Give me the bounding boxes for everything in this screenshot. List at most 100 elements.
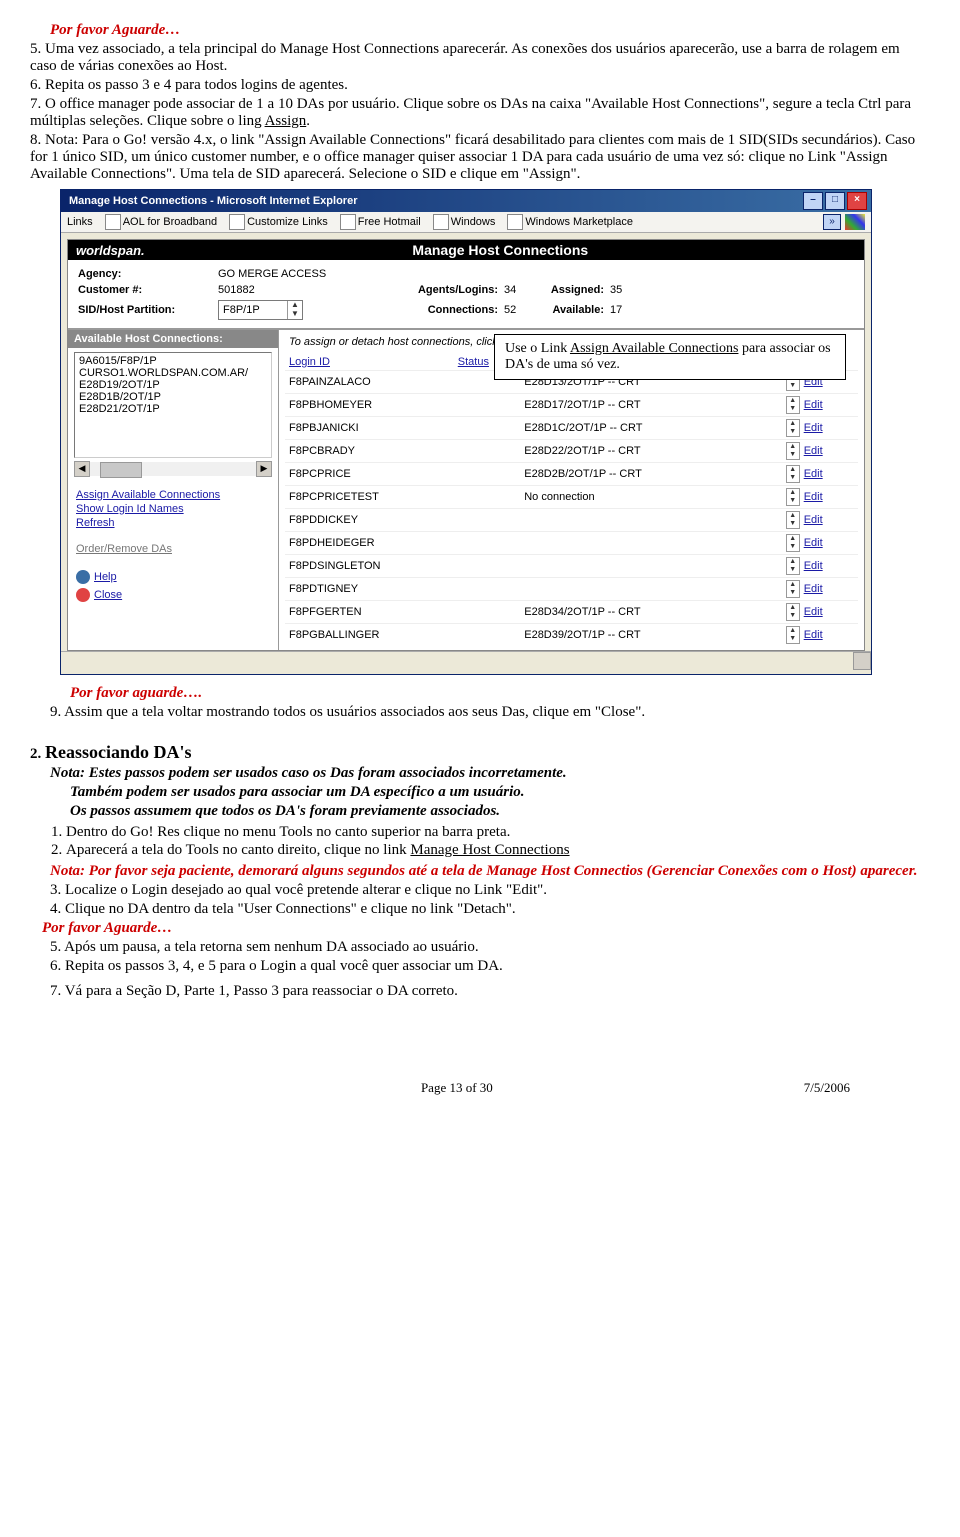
list-item[interactable]: E28D21/2OT/1P: [79, 403, 267, 415]
link-marketplace[interactable]: Windows Marketplace: [507, 214, 633, 230]
cell-conn: [520, 555, 781, 578]
scroll-right-icon[interactable]: ▶: [256, 461, 272, 477]
sid-input[interactable]: F8P/1P ▲▼: [218, 300, 303, 320]
row-spinner[interactable]: ▲▼: [786, 488, 800, 506]
spin-up-icon[interactable]: ▲: [787, 581, 799, 589]
spin-down-icon[interactable]: ▼: [787, 451, 799, 459]
edit-link[interactable]: Edit: [800, 445, 823, 457]
spin-down-icon[interactable]: ▼: [787, 497, 799, 505]
spin-down-icon[interactable]: ▼: [787, 520, 799, 528]
spin-down-icon[interactable]: ▼: [787, 589, 799, 597]
edit-link[interactable]: Edit: [800, 606, 823, 618]
spin-up-icon[interactable]: ▲: [787, 489, 799, 497]
spin-up-icon[interactable]: ▲: [787, 558, 799, 566]
spin-down-icon[interactable]: ▼: [787, 428, 799, 436]
cell-status: [454, 509, 520, 532]
col-login[interactable]: Login ID: [285, 354, 454, 371]
row-spinner[interactable]: ▲▼: [786, 396, 800, 414]
row-spinner[interactable]: ▲▼: [786, 557, 800, 575]
link-hotmail[interactable]: Free Hotmail: [340, 214, 421, 230]
link-aol[interactable]: AOL for Broadband: [105, 214, 217, 230]
spin-up-icon[interactable]: ▲: [787, 535, 799, 543]
edit-link[interactable]: Edit: [800, 629, 823, 641]
spin-up-icon[interactable]: ▲: [787, 397, 799, 405]
row-spinner[interactable]: ▲▼: [786, 442, 800, 460]
scroll-down-icon[interactable]: [853, 652, 871, 670]
app-header: worldspan. Manage Host Connections: [68, 240, 864, 260]
spin-down-icon[interactable]: ▼: [787, 635, 799, 643]
spin-down-icon[interactable]: ▼: [787, 612, 799, 620]
spin-up-icon[interactable]: ▲: [787, 512, 799, 520]
sid-label: SID/Host Partition:: [78, 304, 218, 316]
page-date: 7/5/2006: [804, 1080, 850, 1096]
table-row: F8PCBRADYE28D22/2OT/1P -- CRT▲▼Edit: [285, 440, 858, 463]
table-row: F8PDSINGLETON▲▼Edit: [285, 555, 858, 578]
list-item[interactable]: E28D19/2OT/1P: [79, 379, 267, 391]
available-list[interactable]: 9A6015/F8P/1P CURSO1.WORLDSPAN.COM.AR/ E…: [74, 352, 272, 458]
spin-up-icon[interactable]: ▲: [787, 627, 799, 635]
step-4: 4. Clique no DA dentro da tela "User Con…: [50, 901, 930, 918]
scroll-left-icon[interactable]: ◀: [74, 461, 90, 477]
spin-down-icon[interactable]: ▼: [787, 474, 799, 482]
row-spinner[interactable]: ▲▼: [786, 419, 800, 437]
edit-link[interactable]: Edit: [800, 422, 823, 434]
step-6: 6. Repita os passos 3, 4, e 5 para o Log…: [50, 958, 930, 975]
cell-conn: E28D2B/2OT/1P -- CRT: [520, 463, 781, 486]
spin-up-icon[interactable]: ▲: [787, 443, 799, 451]
sid-value: F8P/1P: [219, 301, 287, 319]
app-title: Manage Host Connections: [145, 242, 856, 258]
assign-available-link[interactable]: Assign Available Connections: [76, 488, 270, 502]
close-button[interactable]: ×: [847, 192, 867, 210]
cell-login: F8PGBALLINGER: [285, 624, 454, 647]
edit-link[interactable]: Edit: [800, 583, 823, 595]
links-more-button[interactable]: »: [823, 214, 841, 230]
spin-up-icon[interactable]: ▲: [787, 420, 799, 428]
assigned-value: 35: [610, 284, 646, 296]
scroll-thumb[interactable]: [100, 462, 142, 478]
list-item[interactable]: CURSO1.WORLDSPAN.COM.AR/: [79, 367, 267, 379]
spin-down-icon[interactable]: ▼: [288, 310, 302, 319]
app-body: worldspan. Manage Host Connections Agenc…: [67, 239, 865, 651]
edit-link[interactable]: Edit: [800, 468, 823, 480]
row-spinner[interactable]: ▲▼: [786, 580, 800, 598]
note-1: Nota: Estes passos podem ser usados caso…: [50, 765, 930, 782]
row-spinner[interactable]: ▲▼: [786, 626, 800, 644]
links-label: Links: [67, 216, 93, 228]
spin-down-icon[interactable]: ▼: [787, 405, 799, 413]
windows-flag-icon: [845, 214, 865, 230]
list-item[interactable]: 9A6015/F8P/1P: [79, 355, 267, 367]
link-windows[interactable]: Windows: [433, 214, 496, 230]
spin-up-icon[interactable]: ▲: [787, 604, 799, 612]
available-label: Available:: [534, 304, 610, 316]
minimize-button[interactable]: –: [803, 192, 823, 210]
cell-status: [454, 532, 520, 555]
row-spinner[interactable]: ▲▼: [786, 511, 800, 529]
row-spinner[interactable]: ▲▼: [786, 603, 800, 621]
spin-down-icon[interactable]: ▼: [787, 382, 799, 390]
maximize-button[interactable]: □: [825, 192, 845, 210]
cell-conn: [520, 532, 781, 555]
show-login-names-link[interactable]: Show Login Id Names: [76, 502, 270, 516]
help-link[interactable]: Help: [94, 570, 117, 584]
edit-link[interactable]: Edit: [800, 514, 823, 526]
edit-link[interactable]: Edit: [800, 399, 823, 411]
list-item[interactable]: E28D1B/2OT/1P: [79, 391, 267, 403]
spin-down-icon[interactable]: ▼: [787, 566, 799, 574]
sec2-num: 2.: [30, 746, 41, 762]
row-spinner[interactable]: ▲▼: [786, 465, 800, 483]
spin-down-icon[interactable]: ▼: [787, 543, 799, 551]
agents-value: 34: [504, 284, 534, 296]
edit-link[interactable]: Edit: [800, 537, 823, 549]
edit-link[interactable]: Edit: [800, 560, 823, 572]
h-scrollbar[interactable]: ◀ ▶: [74, 462, 272, 476]
cell-conn: E28D1C/2OT/1P -- CRT: [520, 417, 781, 440]
wait-text-2: Por favor aguarde….: [70, 685, 930, 702]
link-customize[interactable]: Customize Links: [229, 214, 328, 230]
edit-link[interactable]: Edit: [800, 491, 823, 503]
spin-up-icon[interactable]: ▲: [787, 466, 799, 474]
refresh-link[interactable]: Refresh: [76, 516, 270, 530]
row-spinner[interactable]: ▲▼: [786, 534, 800, 552]
left-column: Available Host Connections: 9A6015/F8P/1…: [68, 330, 279, 650]
close-link[interactable]: Close: [94, 588, 122, 602]
wait-text-3: Por favor Aguarde…: [42, 920, 930, 937]
